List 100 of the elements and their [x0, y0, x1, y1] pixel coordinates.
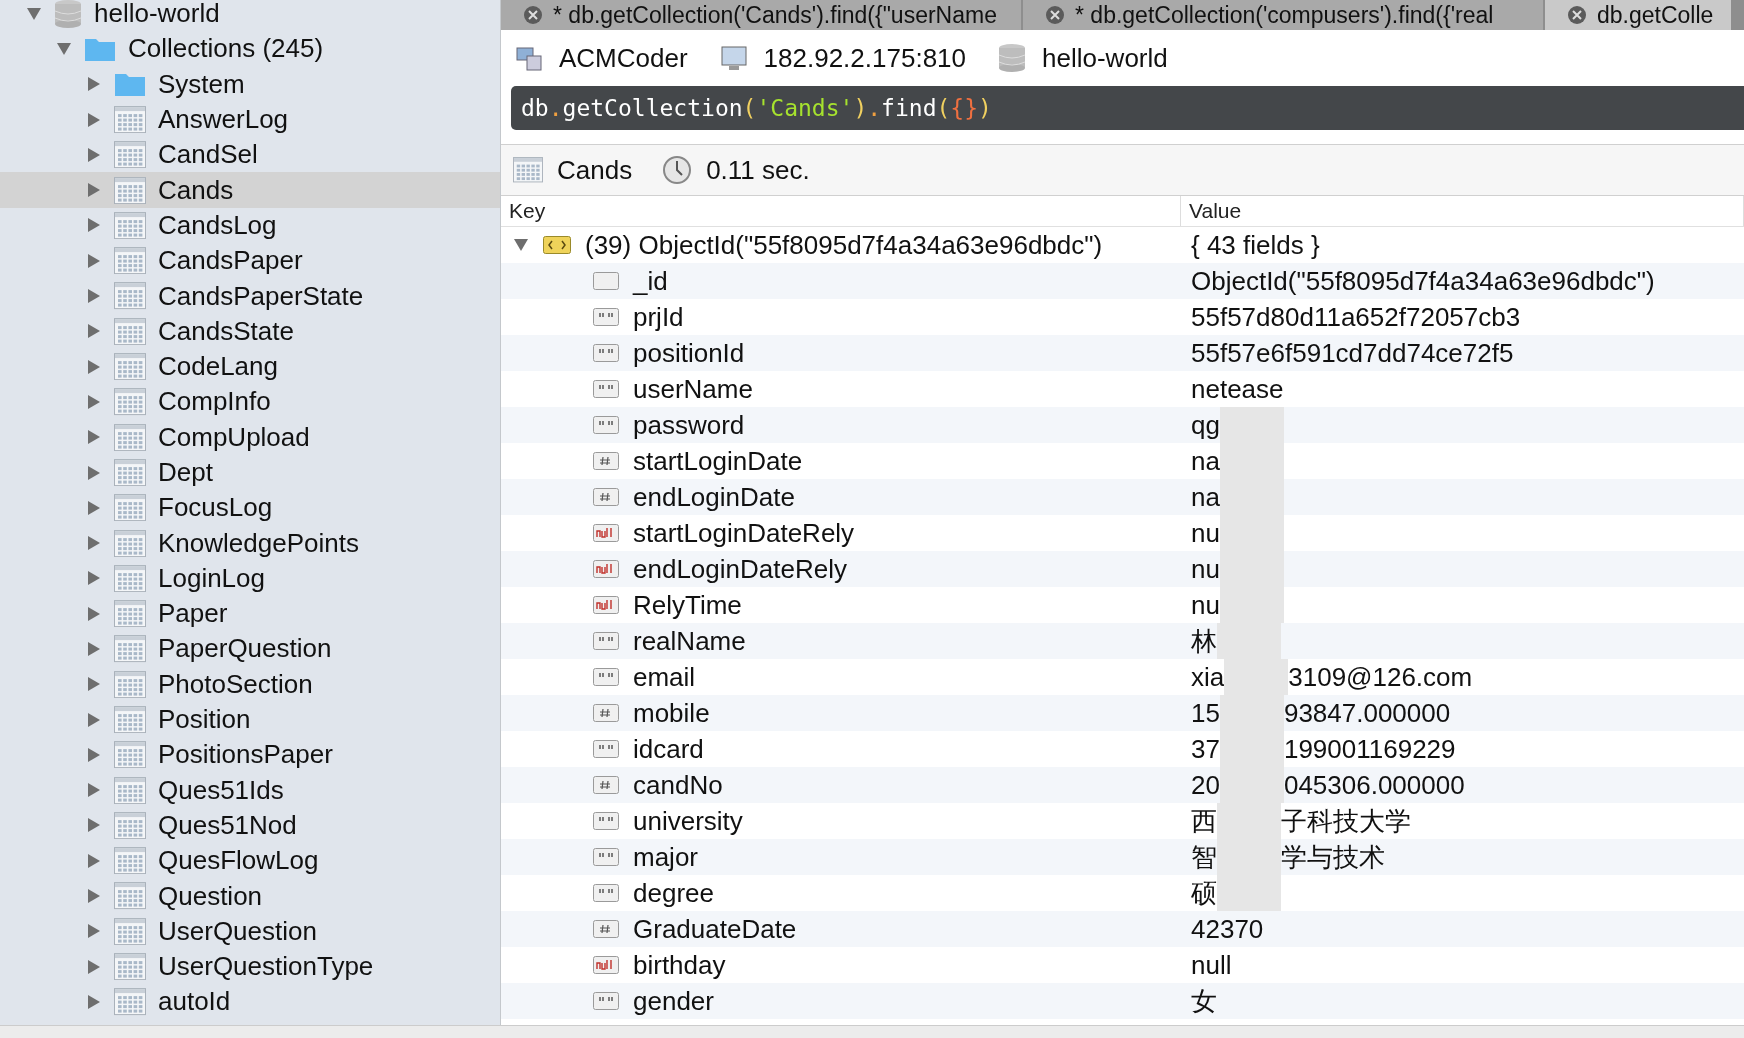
expand-arrow-icon[interactable]: [86, 217, 102, 234]
expand-arrow-icon[interactable]: [86, 641, 102, 657]
null-type-icon: [593, 596, 619, 614]
tree-item[interactable]: CandsState: [0, 313, 500, 349]
tree-item[interactable]: LoginLog: [0, 560, 500, 597]
monitor-icon: [719, 44, 748, 72]
server-address: 182.92.2.175:810: [763, 42, 966, 74]
collapse-arrow-icon[interactable]: [26, 5, 42, 22]
tree-item[interactable]: Ques51Ids: [0, 772, 500, 808]
table-icon: [114, 494, 146, 522]
tree-item[interactable]: PositionsPaper: [0, 737, 500, 773]
close-icon[interactable]: [1567, 5, 1587, 25]
tree-item[interactable]: UserQuestion: [0, 913, 500, 949]
tree-item[interactable]: CandsLog: [0, 207, 500, 244]
tree-item[interactable]: CandsPaper: [0, 243, 500, 279]
expand-arrow-icon[interactable]: [86, 605, 102, 622]
table-cell: endLoginDate: [501, 479, 1181, 515]
table-icon: [114, 317, 146, 345]
tree-item[interactable]: CompUpload: [0, 419, 500, 455]
table-icon: [114, 776, 146, 804]
object-icon: [543, 236, 571, 254]
expand-arrow-icon[interactable]: [86, 570, 102, 587]
tree-item[interactable]: UserQuestionType: [0, 949, 500, 985]
tree-item[interactable]: autoId: [0, 984, 500, 1020]
table-cell: na: [1181, 479, 1744, 515]
query-editor[interactable]: db.getCollection('Cands').find({}): [511, 86, 1744, 130]
expand-arrow-icon[interactable]: [86, 252, 102, 269]
expand-arrow-icon[interactable]: [86, 993, 102, 1010]
tree-item[interactable]: KnowledgePoints: [0, 525, 500, 561]
table-cell: xia 3109@126.com: [1181, 659, 1744, 695]
tree-item[interactable]: Dept: [0, 454, 500, 491]
number-type-icon: [593, 920, 619, 938]
table-cell: positionId: [501, 335, 1181, 371]
tree-item[interactable]: CompInfo: [0, 384, 500, 420]
expand-arrow-icon[interactable]: [86, 888, 102, 905]
database-label[interactable]: hello-world: [94, 0, 220, 30]
tree-item[interactable]: QuesFlowLog: [0, 843, 500, 879]
expand-arrow-icon[interactable]: [86, 711, 102, 728]
collapse-arrow-icon[interactable]: [513, 237, 529, 253]
table-cell-text: ObjectId("55f8095d7f4a34a63e96dbdc"): [1190, 264, 1656, 298]
table-cell-text: 55f57d80d11a652f72057cb3: [1190, 300, 1522, 334]
tree-item[interactable]: System: [0, 66, 500, 102]
expand-arrow-icon[interactable]: [86, 852, 102, 869]
expand-arrow-icon[interactable]: [86, 535, 102, 552]
expand-arrow-icon[interactable]: [86, 958, 102, 975]
expand-arrow-icon[interactable]: [86, 288, 102, 304]
table-icon: [114, 564, 146, 592]
expand-arrow-icon[interactable]: [86, 111, 102, 128]
expand-arrow-icon[interactable]: [86, 499, 102, 516]
tab[interactable]: db.getColle: [1545, 0, 1732, 30]
expand-arrow-icon[interactable]: [86, 923, 102, 940]
table-cell: startLoginDate: [501, 443, 1181, 479]
tab[interactable]: * db.getCollection('Cands').find({"userName: [501, 0, 1021, 30]
close-icon[interactable]: [1045, 5, 1065, 25]
expand-arrow-icon[interactable]: [86, 817, 102, 834]
expand-arrow-icon[interactable]: [86, 146, 102, 163]
table-cell: startLoginDateRely: [501, 515, 1181, 551]
tree-item[interactable]: PaperQuestion: [0, 631, 500, 667]
table-cell: 20 045306.000000: [1181, 767, 1744, 803]
tree-item[interactable]: CodeLang: [0, 348, 500, 385]
expand-arrow-icon[interactable]: [86, 429, 102, 446]
expand-arrow-icon[interactable]: [86, 464, 102, 481]
table-cell: 37 199001169229: [1181, 731, 1744, 767]
column-header[interactable]: Value: [1181, 196, 1744, 226]
tree-item[interactable]: Ques51Nod: [0, 807, 500, 844]
expand-arrow-icon[interactable]: [86, 358, 102, 375]
table-cell: university: [501, 803, 1181, 839]
string-type-icon: [593, 380, 619, 398]
collection-name: Cands: [557, 154, 633, 186]
column-header[interactable]: Key: [501, 196, 1181, 226]
tree-item[interactable]: Paper: [0, 596, 500, 632]
table-icon: [114, 353, 146, 381]
table-cell-text: { 43 fields }: [1190, 228, 1321, 262]
table-icon: [114, 953, 146, 981]
expand-arrow-icon[interactable]: [86, 182, 102, 199]
string-type-icon: [593, 632, 619, 650]
tree-item[interactable]: CandsPaperState: [0, 278, 500, 314]
close-icon[interactable]: [523, 5, 543, 25]
tree-item[interactable]: PhotoSection: [0, 666, 500, 702]
expand-arrow-icon[interactable]: [86, 746, 102, 763]
string-type-icon: [593, 308, 619, 326]
expand-arrow-icon[interactable]: [86, 676, 102, 693]
expand-arrow-icon[interactable]: [86, 76, 102, 93]
expand-arrow-icon[interactable]: [86, 393, 102, 410]
table-cell: userName: [501, 371, 1181, 407]
tab[interactable]: * db.getCollection('compusers').find({'real: [1023, 0, 1543, 30]
number-type-icon: [593, 776, 619, 794]
expand-arrow-icon[interactable]: [86, 323, 102, 340]
tree-item[interactable]: Position: [0, 701, 500, 738]
tree-item[interactable]: CandSel: [0, 137, 500, 173]
string-type-icon: [593, 416, 619, 434]
folder-label[interactable]: Collections (245): [128, 33, 324, 65]
expand-arrow-icon[interactable]: [86, 782, 102, 799]
tree-item[interactable]: FocusLog: [0, 490, 500, 526]
collapse-arrow-icon[interactable]: [56, 40, 72, 57]
table-cell: na: [1181, 443, 1744, 479]
table-icon: [114, 211, 146, 239]
tree-item[interactable]: Question: [0, 878, 500, 914]
tree-item[interactable]: Cands: [0, 172, 500, 208]
tree-item[interactable]: AnswerLog: [0, 101, 500, 138]
